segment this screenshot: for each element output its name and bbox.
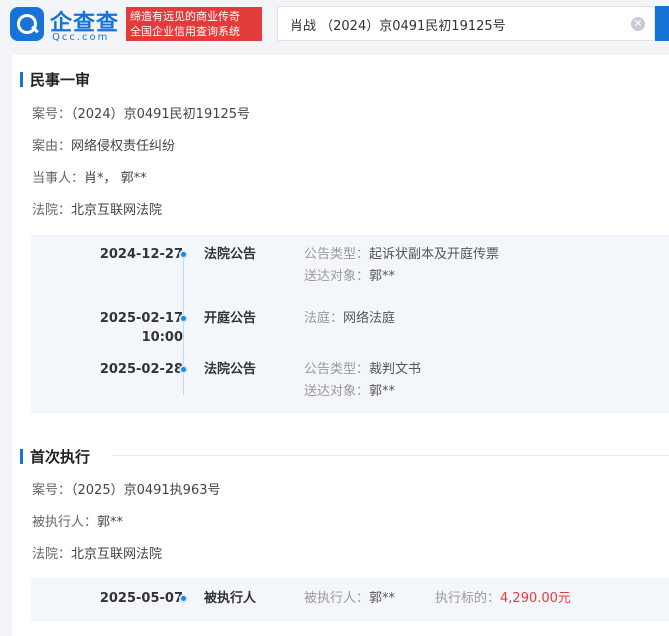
case-number-field: 案号：（2025）京0491执963号 [32, 479, 221, 498]
timeline-detail: 公告类型：起诉状副本及开庭传票 [304, 247, 500, 262]
field-label: 被执行人： [32, 515, 98, 530]
timeline-box: 2025-05-07 被执行人 被执行人：郭** 执行标的：4,290.00元 [31, 578, 669, 621]
timeline-date: 2025-05-07 [99, 591, 183, 606]
timeline-detail: 法庭：网络法庭 [304, 311, 396, 326]
search-box: ✕ [277, 6, 655, 41]
search-button[interactable] [655, 6, 669, 41]
field-value: 网络侵权责任纠纷 [71, 139, 176, 154]
timeline-date: 2025-02-17 [99, 311, 183, 326]
field-value: （2024）京0491民初19125号 [71, 107, 251, 122]
field-label: 法院： [32, 547, 72, 562]
timeline-time: 10:00 [141, 330, 183, 345]
case-cause-field: 案由：网络侵权责任纠纷 [32, 135, 175, 154]
timeline-detail-amount: 执行标的：4,290.00元 [435, 591, 571, 606]
section-civil-first-instance: 民事一审 案号：（2024）京0491民初19125号 案由：网络侵权责任纠纷 … [12, 55, 669, 425]
field-label: 案由： [32, 139, 72, 154]
court-field: 法院：北京互联网法院 [32, 199, 162, 218]
section-title: 民事一审 [19, 71, 91, 89]
timeline-dot [179, 365, 188, 374]
field-value[interactable]: 北京互联网法院 [71, 547, 162, 562]
field-label: 当事人： [32, 171, 85, 186]
search-input[interactable] [290, 14, 620, 34]
timeline-type[interactable]: 法院公告 [204, 360, 256, 380]
timeline-box: 2024-12-27 法院公告 公告类型：起诉状副本及开庭传票 送达对象：郭**… [31, 235, 669, 413]
clear-icon[interactable]: ✕ [631, 17, 645, 31]
timeline-dot [179, 314, 188, 323]
parties-field: 当事人：肖*， 郭** [32, 167, 147, 186]
timeline-detail: 被执行人：郭** [304, 591, 396, 606]
magnifier-logo-icon [10, 7, 44, 41]
field-value[interactable]: 肖*， 郭** [84, 171, 147, 186]
case-content: 民事一审 案号：（2024）京0491民初19125号 案由：网络侵权责任纠纷 … [12, 55, 669, 636]
timeline-date: 2025-02-28 [99, 362, 183, 377]
field-value: （2025）京0491执963号 [71, 483, 221, 498]
slogan-line-1: 缔造有远见的商业传奇 [130, 10, 240, 23]
timeline-date: 2024-12-27 [99, 247, 183, 262]
qcc-logo[interactable]: 企查查 Qcc.com [10, 5, 124, 43]
timeline-detail: 送达对象：郭** [304, 269, 396, 284]
timeline-detail: 公告类型：裁判文书 [304, 362, 422, 377]
field-label: 案号： [32, 483, 72, 498]
section-first-execution: 首次执行 案号：（2025）京0491执963号 被执行人：郭** 法院：北京互… [12, 433, 669, 636]
slogan-banner: 缔造有远见的商业传奇 全国企业信用查询系统 [126, 7, 262, 41]
section-divider [112, 455, 669, 456]
timeline-dot [179, 250, 188, 259]
section-title: 首次执行 [19, 448, 91, 466]
field-value[interactable]: 郭** [97, 515, 123, 530]
timeline-type[interactable]: 法院公告 [204, 245, 256, 265]
timeline-type[interactable]: 被执行人 [204, 589, 256, 609]
top-header: 企查查 Qcc.com 缔造有远见的商业传奇 全国企业信用查询系统 ✕ [0, 0, 669, 50]
field-value[interactable]: 北京互联网法院 [71, 203, 162, 218]
executed-person-field: 被执行人：郭** [32, 511, 123, 530]
case-number-field: 案号：（2024）京0491民初19125号 [32, 103, 250, 122]
timeline-detail: 送达对象：郭** [304, 384, 396, 399]
field-label: 案号： [32, 107, 72, 122]
court-field: 法院：北京互联网法院 [32, 543, 162, 562]
slogan-line-2: 全国企业信用查询系统 [130, 25, 240, 38]
field-label: 法院： [32, 203, 72, 218]
timeline-type[interactable]: 开庭公告 [204, 309, 256, 329]
timeline-dot [179, 594, 188, 603]
logo-domain: Qcc.com [52, 32, 110, 43]
